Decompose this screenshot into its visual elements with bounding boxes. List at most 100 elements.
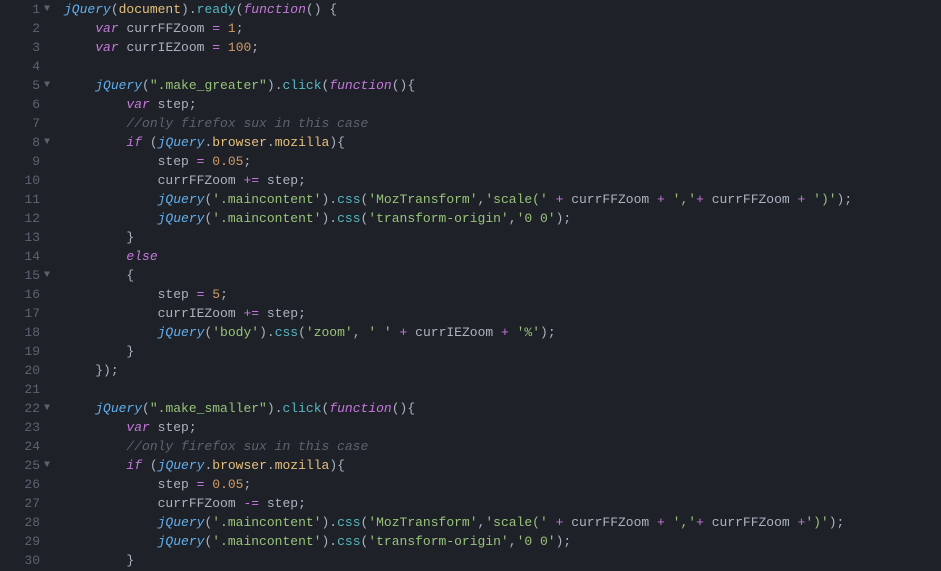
token-paren: () {: [306, 2, 337, 17]
token-func: jQuery: [64, 2, 111, 17]
token-punc: [259, 173, 267, 188]
token-num: 0.05: [212, 154, 243, 169]
code-line[interactable]: currFFZoom += step;: [64, 171, 941, 190]
code-line[interactable]: var step;: [64, 95, 941, 114]
token-punc: ,: [509, 534, 517, 549]
code-line[interactable]: currIEZoom += step;: [64, 304, 941, 323]
token-key: var: [95, 40, 118, 55]
token-punc: ;: [251, 40, 259, 55]
line-number: 13: [0, 228, 40, 247]
gutter: 1▼2345▼678▼9101112131415▼16171819202122▼…: [0, 0, 46, 571]
token-punc: ;: [244, 154, 252, 169]
code-line[interactable]: jQuery(document).ready(function() {: [64, 0, 941, 19]
line-number: 7: [0, 114, 40, 133]
line-number: 25▼: [0, 456, 40, 475]
code-line[interactable]: var currIEZoom = 100;: [64, 38, 941, 57]
code-line[interactable]: [64, 57, 941, 76]
token-func: jQuery: [95, 401, 142, 416]
token-paren: (: [298, 325, 306, 340]
code-line[interactable]: jQuery('.maincontent').css('MozTransform…: [64, 513, 941, 532]
code-line[interactable]: jQuery('body').css('zoom', ' ' + currIEZ…: [64, 323, 941, 342]
code-line[interactable]: var step;: [64, 418, 941, 437]
code-line[interactable]: step = 0.05;: [64, 475, 941, 494]
token-punc: [259, 496, 267, 511]
code-line[interactable]: var currFFZoom = 1;: [64, 19, 941, 38]
token-func: jQuery: [158, 211, 205, 226]
code-line[interactable]: step = 5;: [64, 285, 941, 304]
token-paren: ): [103, 363, 111, 378]
fold-toggle-icon[interactable]: ▼: [42, 456, 52, 475]
code-line[interactable]: jQuery('.maincontent').css('transform-or…: [64, 532, 941, 551]
token-punc: .: [329, 192, 337, 207]
line-number: 21: [0, 380, 40, 399]
code-line[interactable]: if (jQuery.browser.mozilla){: [64, 133, 941, 152]
token-punc: ;: [298, 173, 306, 188]
token-ident: currFFZoom: [712, 192, 790, 207]
fold-toggle-icon[interactable]: ▼: [42, 0, 52, 19]
code-area[interactable]: jQuery(document).ready(function() { var …: [46, 0, 941, 571]
code-line[interactable]: }: [64, 551, 941, 570]
token-paren: (: [150, 458, 158, 473]
token-ident: step: [158, 154, 189, 169]
line-number: 11: [0, 190, 40, 209]
code-editor[interactable]: 1▼2345▼678▼9101112131415▼16171819202122▼…: [0, 0, 941, 571]
token-op: +=: [243, 173, 259, 188]
token-punc: ;: [189, 97, 197, 112]
code-line[interactable]: //only firefox sux in this case: [64, 437, 941, 456]
token-punc: ,: [353, 325, 369, 340]
token-punc: .: [329, 534, 337, 549]
code-line[interactable]: if (jQuery.browser.mozilla){: [64, 456, 941, 475]
token-punc: [142, 135, 150, 150]
token-paren: ): [259, 325, 267, 340]
line-number: 17: [0, 304, 40, 323]
token-str: ')': [813, 192, 836, 207]
token-brace: }: [126, 553, 134, 568]
code-line[interactable]: }: [64, 342, 941, 361]
token-punc: [142, 458, 150, 473]
token-method: css: [337, 211, 360, 226]
code-line[interactable]: currFFZoom -= step;: [64, 494, 941, 513]
line-number: 12: [0, 209, 40, 228]
token-func: jQuery: [158, 515, 205, 530]
code-line[interactable]: }: [64, 228, 941, 247]
token-method: click: [283, 78, 322, 93]
token-punc: [790, 515, 798, 530]
fold-toggle-icon[interactable]: ▼: [42, 76, 52, 95]
code-line[interactable]: else: [64, 247, 941, 266]
fold-toggle-icon[interactable]: ▼: [42, 133, 52, 152]
token-paren: (: [142, 401, 150, 416]
token-paren: ): [329, 135, 337, 150]
token-op: +: [657, 192, 665, 207]
line-number: 27: [0, 494, 40, 513]
code-line[interactable]: [64, 380, 941, 399]
fold-toggle-icon[interactable]: ▼: [42, 266, 52, 285]
code-line[interactable]: jQuery(".make_smaller").click(function()…: [64, 399, 941, 418]
code-line[interactable]: step = 0.05;: [64, 152, 941, 171]
line-number: 23: [0, 418, 40, 437]
token-punc: [548, 192, 556, 207]
code-line[interactable]: {: [64, 266, 941, 285]
code-line[interactable]: //only firefox sux in this case: [64, 114, 941, 133]
line-number: 15▼: [0, 266, 40, 285]
code-line[interactable]: jQuery(".make_greater").click(function()…: [64, 76, 941, 95]
token-str: 'transform-origin': [368, 534, 508, 549]
token-paren: (: [236, 2, 244, 17]
token-brace: {: [126, 268, 134, 283]
token-str: ".make_greater": [150, 78, 267, 93]
token-punc: [150, 420, 158, 435]
code-line[interactable]: });: [64, 361, 941, 380]
token-key: function: [244, 2, 306, 17]
token-punc: [259, 306, 267, 321]
token-ident: step: [158, 287, 189, 302]
token-punc: [150, 97, 158, 112]
token-punc: ;: [220, 287, 228, 302]
token-brace: }: [126, 230, 134, 245]
fold-toggle-icon[interactable]: ▼: [42, 399, 52, 418]
code-line[interactable]: jQuery('.maincontent').css('MozTransform…: [64, 190, 941, 209]
token-func: jQuery: [95, 78, 142, 93]
token-ident: currFFZoom: [571, 515, 649, 530]
code-line[interactable]: jQuery('.maincontent').css('transform-or…: [64, 209, 941, 228]
token-punc: [509, 325, 517, 340]
token-num: 100: [228, 40, 251, 55]
line-number: 19: [0, 342, 40, 361]
